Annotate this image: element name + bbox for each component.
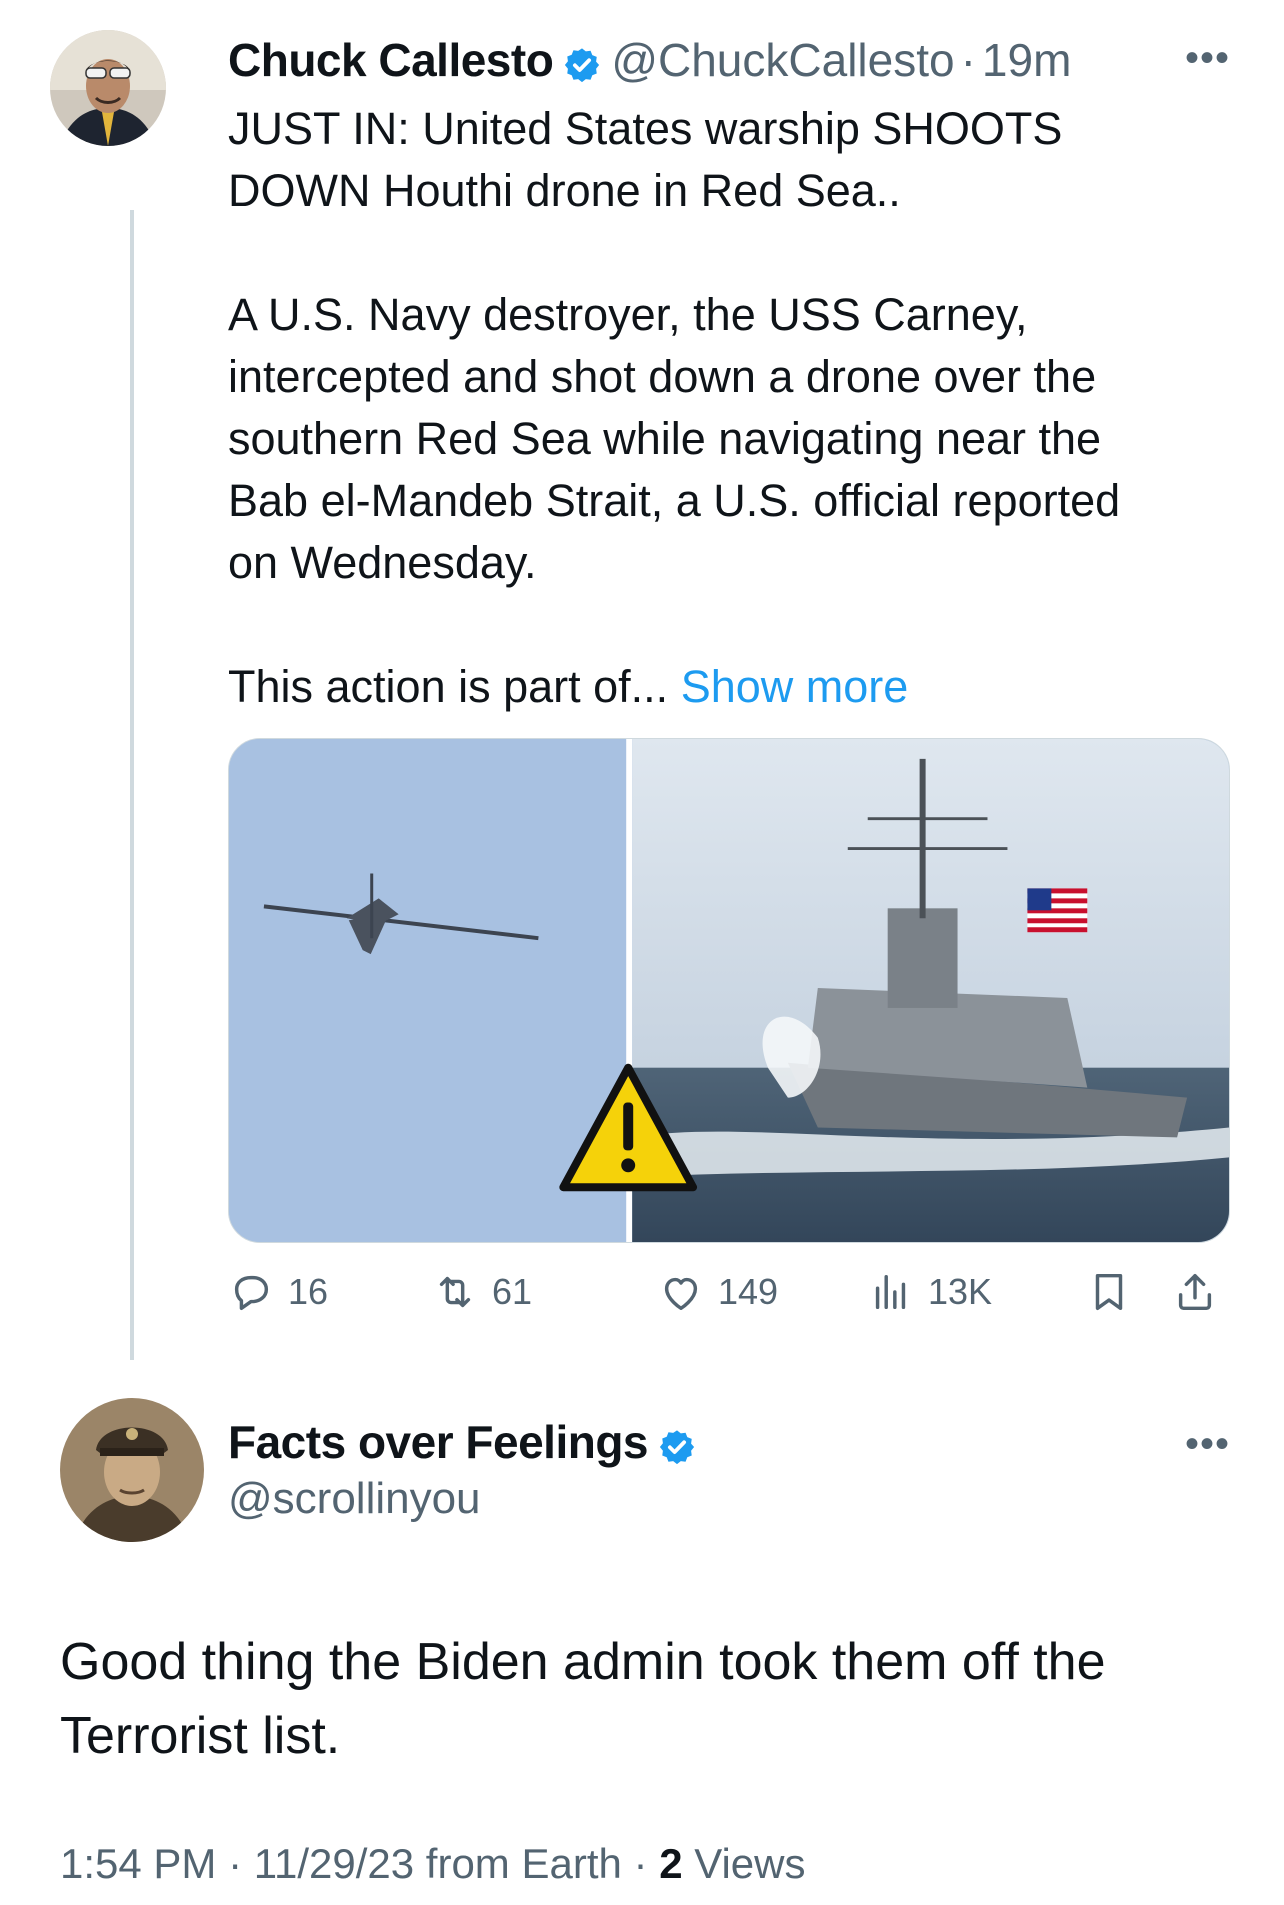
tweet-paragraph-3: This action is part of... Show more: [228, 656, 1238, 718]
author-name[interactable]: Chuck Callesto: [228, 33, 554, 87]
reply-views-label: Views: [694, 1840, 806, 1887]
meta-separator: ·: [228, 1840, 254, 1887]
views-button[interactable]: 13K: [868, 1262, 992, 1322]
reply-header: Facts over Feelings: [228, 1412, 706, 1472]
meta-separator: ·: [633, 1840, 660, 1887]
reply-source: from Earth: [425, 1840, 622, 1887]
avatar-photo: [50, 30, 166, 146]
drone-image: [229, 739, 627, 1242]
avatar-photo: [60, 1398, 204, 1542]
reply-author-name[interactable]: Facts over Feelings: [228, 1415, 649, 1469]
views-chart-icon: [875, 1274, 906, 1310]
reply-time[interactable]: 1:54 PM: [60, 1840, 216, 1887]
more-dots-icon[interactable]: •••: [1185, 1424, 1230, 1464]
tweet-timestamp[interactable]: 19m: [982, 33, 1071, 87]
repost-icon: [439, 1276, 471, 1308]
tweet-action-bar: 16 61 149 13K: [228, 1262, 1238, 1322]
reply-meta: 1:54 PM · 11/29/23 from Earth · 2 Views: [60, 1840, 806, 1888]
reply-icon: [234, 1275, 269, 1311]
tweet-header: Chuck Callesto @ChuckCallesto · 19m: [228, 30, 1128, 90]
repost-count: 61: [492, 1271, 533, 1312]
bookmark-icon: [1095, 1273, 1123, 1311]
tweet-paragraph-1: JUST IN: United States warship SHOOTS DO…: [228, 103, 1063, 216]
more-dots-icon[interactable]: •••: [1185, 38, 1230, 78]
verified-badge-icon: [563, 41, 601, 83]
tweet-paragraph-3-text: This action is part of...: [228, 661, 681, 712]
header-separator: ·: [960, 34, 976, 86]
reply-views-count: 2: [659, 1840, 683, 1887]
bookmark-button[interactable]: [1086, 1262, 1132, 1322]
reply-count: 16: [288, 1271, 329, 1312]
share-icon: [1178, 1273, 1212, 1311]
repost-button[interactable]: 61: [432, 1262, 532, 1322]
heart-icon: [664, 1277, 698, 1311]
thread-connector-line: [130, 210, 134, 1360]
views-count: 13K: [928, 1271, 993, 1312]
verified-badge-icon: [658, 1423, 696, 1465]
reply-author-avatar[interactable]: [60, 1398, 204, 1542]
tweet-paragraph-2: A U.S. Navy destroyer, the USS Carney, i…: [228, 289, 1121, 588]
reply-button[interactable]: 16: [228, 1262, 328, 1322]
show-more-link[interactable]: Show more: [681, 661, 909, 712]
like-button[interactable]: 149: [658, 1262, 778, 1322]
author-avatar[interactable]: [50, 30, 166, 146]
tweet-text: JUST IN: United States warship SHOOTS DO…: [228, 98, 1238, 718]
reply-text: Good thing the Biden admin took them off…: [60, 1625, 1240, 1773]
share-button[interactable]: [1172, 1262, 1218, 1322]
reply-author-handle[interactable]: @scrollinyou: [228, 1474, 481, 1524]
reply-text-content: Good thing the Biden admin took them off…: [60, 1633, 1106, 1765]
like-count: 149: [718, 1271, 779, 1312]
reply-date[interactable]: 11/29/23: [254, 1840, 414, 1887]
tweet-media[interactable]: [228, 738, 1230, 1243]
destroyer-image: [632, 739, 1229, 1242]
author-handle[interactable]: @ChuckCallesto: [611, 33, 954, 87]
